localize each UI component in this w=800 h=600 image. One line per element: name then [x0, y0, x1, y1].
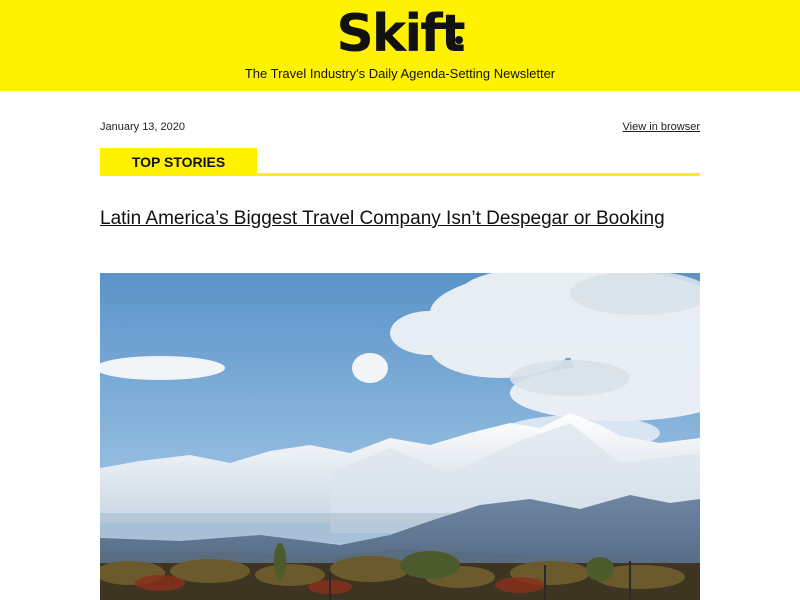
skift-logo[interactable]: Skift — [0, 4, 800, 64]
section-label-top-stories: TOP STORIES — [100, 148, 257, 176]
story-hero-image[interactable] — [100, 273, 700, 600]
mountain-landscape-image — [100, 273, 700, 600]
view-in-browser-link[interactable]: View in browser — [623, 121, 700, 133]
newsletter-date: January 13, 2020 — [100, 121, 186, 133]
tagline: The Travel Industry's Daily Agenda-Setti… — [244, 66, 556, 81]
logo-dot — [455, 36, 463, 44]
header-banner: Skift The Travel Industry's Daily Agenda… — [0, 0, 800, 91]
story-headline-link[interactable]: Latin America’s Biggest Travel Company I… — [100, 207, 700, 231]
